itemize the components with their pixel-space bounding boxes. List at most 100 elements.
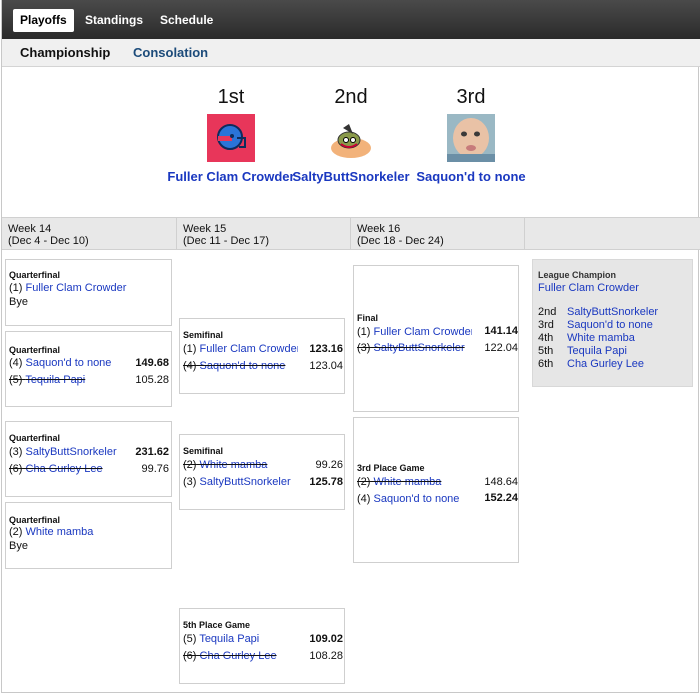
standings-title: League Champion: [538, 270, 617, 280]
tab-championship[interactable]: Championship: [20, 45, 110, 60]
podium-second: 2nd SaltyButtSnorkeler: [281, 86, 421, 184]
seed: (3): [9, 446, 23, 458]
team-link[interactable]: Saquon'd to none: [26, 357, 112, 369]
standings-row: 2nd SaltyButtSnorkeler: [538, 306, 658, 318]
team-score: 141.14: [484, 325, 518, 337]
team-link[interactable]: Cha Gurley Lee: [26, 463, 103, 475]
tab-playoffs[interactable]: Playoffs: [13, 9, 74, 32]
standings-place: 4th: [538, 332, 554, 344]
seed: (5): [183, 633, 197, 645]
team-score: 105.28: [135, 374, 169, 386]
team-score: 152.24: [484, 492, 518, 504]
team-score: 125.78: [309, 476, 343, 488]
matchup-title: Semifinal: [183, 330, 224, 340]
podium-third: 3rd Saquon'd to none: [401, 86, 541, 184]
team-link[interactable]: SaltyButtSnorkeler: [26, 446, 117, 458]
team-link[interactable]: SaltyButtSnorkeler: [567, 306, 658, 318]
football-helmet-icon[interactable]: [207, 114, 255, 162]
team-score: 108.28: [309, 650, 343, 662]
matchup-semifinal-2: Semifinal (2) White mamba 99.26 (3) Salt…: [179, 434, 345, 510]
week-range: (Dec 18 - Dec 24): [357, 235, 444, 247]
seed: (3): [183, 476, 197, 488]
bracket-subnav: Championship Consolation: [2, 39, 700, 67]
matchup-team-row: (5) Tequila Papi: [183, 633, 259, 645]
team-link[interactable]: Tequila Papi: [25, 374, 85, 386]
matchup-team-row: (2) White mamba: [357, 476, 441, 488]
team-link[interactable]: Saquon'd to none: [567, 319, 653, 331]
team-link[interactable]: Fuller Clam Crowder: [200, 343, 298, 355]
champion-team-link[interactable]: Fuller Clam Crowder: [538, 282, 639, 294]
standings-place: 3rd: [538, 319, 554, 331]
matchup-third-place: 3rd Place Game (2) White mamba 148.64 (4…: [353, 417, 519, 563]
team-score: 123.16: [309, 343, 343, 355]
matchup-team-row: (5) Tequila Papi: [9, 374, 85, 386]
team-link[interactable]: White mamba: [26, 526, 94, 538]
matchup-team-row: (1) Fuller Clam Crowder: [357, 326, 472, 338]
matchup-team-row: (3) SaltyButtSnorkeler: [9, 446, 117, 458]
bird-mascot-icon[interactable]: [327, 114, 375, 162]
standings-place: 5th: [538, 345, 554, 357]
matchup-team-row: (6) Cha Gurley Lee: [183, 650, 277, 662]
podium-team-link[interactable]: Saquon'd to none: [401, 170, 541, 184]
week-header-row: Week 14 (Dec 4 - Dec 10) Week 15 (Dec 11…: [2, 217, 700, 250]
matchup-team-row: (1) Fuller Clam Crowder: [9, 282, 126, 294]
seed: (6): [9, 463, 23, 475]
matchup-fifth-place: 5th Place Game (5) Tequila Papi 109.02 (…: [179, 608, 345, 684]
team-link[interactable]: Fuller Clam Crowder: [374, 326, 472, 338]
baby-photo-icon[interactable]: [447, 114, 495, 162]
podium-place: 1st: [217, 86, 245, 108]
team-link[interactable]: Tequila Papi: [199, 633, 259, 645]
week-15-header: Week 15 (Dec 11 - Dec 17): [177, 218, 351, 249]
tab-consolation[interactable]: Consolation: [133, 45, 208, 60]
matchup-title: Semifinal: [183, 446, 224, 456]
podium-team-link[interactable]: SaltyButtSnorkeler: [281, 170, 421, 184]
seed: (2): [183, 459, 197, 471]
team-link[interactable]: Tequila Papi: [567, 345, 627, 357]
team-link[interactable]: Saquon'd to none: [200, 360, 286, 372]
matchup-team-row: (6) Cha Gurley Lee: [9, 463, 103, 475]
matchup-team-row: (2) White mamba: [183, 459, 267, 471]
team-link[interactable]: SaltyButtSnorkeler: [200, 476, 291, 488]
matchup-team-row: (4) Saquon'd to none: [183, 360, 285, 372]
team-link[interactable]: White mamba: [374, 476, 442, 488]
seed: (3): [357, 342, 371, 354]
seed: (4): [9, 357, 23, 369]
seed: (2): [357, 476, 371, 488]
team-link[interactable]: Saquon'd to none: [374, 493, 460, 505]
matchup-title: Quarterfinal: [9, 515, 61, 525]
matchup-team-row: (1) Fuller Clam Crowder: [183, 343, 298, 355]
week-title: Week 15: [183, 223, 227, 235]
podium-place: 2nd: [334, 86, 368, 108]
seed: (4): [357, 493, 371, 505]
standings-row: 3rd Saquon'd to none: [538, 319, 653, 331]
matchup-title: Quarterfinal: [9, 433, 61, 443]
week-16-header: Week 16 (Dec 18 - Dec 24): [351, 218, 525, 249]
podium-place: 3rd: [456, 86, 486, 108]
matchup-title: Quarterfinal: [9, 345, 61, 355]
matchup-quarterfinal-4: Quarterfinal (2) White mamba Bye: [5, 502, 172, 569]
week-range: (Dec 11 - Dec 17): [183, 235, 269, 247]
matchup-final: Final (1) Fuller Clam Crowder 141.14 (3)…: [353, 265, 519, 412]
team-link[interactable]: White mamba: [567, 332, 635, 344]
team-link[interactable]: Fuller Clam Crowder: [26, 282, 127, 294]
matchup-team-row: (2) White mamba: [9, 526, 93, 538]
team-score: 99.76: [141, 463, 169, 475]
matchup-team-row: (3) SaltyButtSnorkeler: [183, 476, 291, 488]
tab-standings[interactable]: Standings: [78, 9, 150, 32]
team-score: 231.62: [135, 446, 169, 458]
podium-team-link[interactable]: Fuller Clam Crowder: [161, 170, 301, 184]
matchup-quarterfinal-3: Quarterfinal (3) SaltyButtSnorkeler 231.…: [5, 421, 172, 497]
matchup-team-row: (4) Saquon'd to none: [357, 493, 459, 505]
seed: (2): [9, 526, 23, 538]
team-link[interactable]: Cha Gurley Lee: [200, 650, 277, 662]
team-score: 149.68: [135, 357, 169, 369]
team-link[interactable]: White mamba: [200, 459, 268, 471]
team-score: 122.04: [484, 342, 518, 354]
bye-label: Bye: [9, 540, 28, 552]
matchup-title: Final: [357, 313, 379, 323]
week-14-header: Week 14 (Dec 4 - Dec 10): [2, 218, 177, 249]
tab-schedule[interactable]: Schedule: [153, 9, 220, 32]
team-link[interactable]: SaltyButtSnorkeler: [374, 342, 465, 354]
team-score: 123.04: [309, 360, 343, 372]
team-link[interactable]: Cha Gurley Lee: [567, 358, 644, 370]
